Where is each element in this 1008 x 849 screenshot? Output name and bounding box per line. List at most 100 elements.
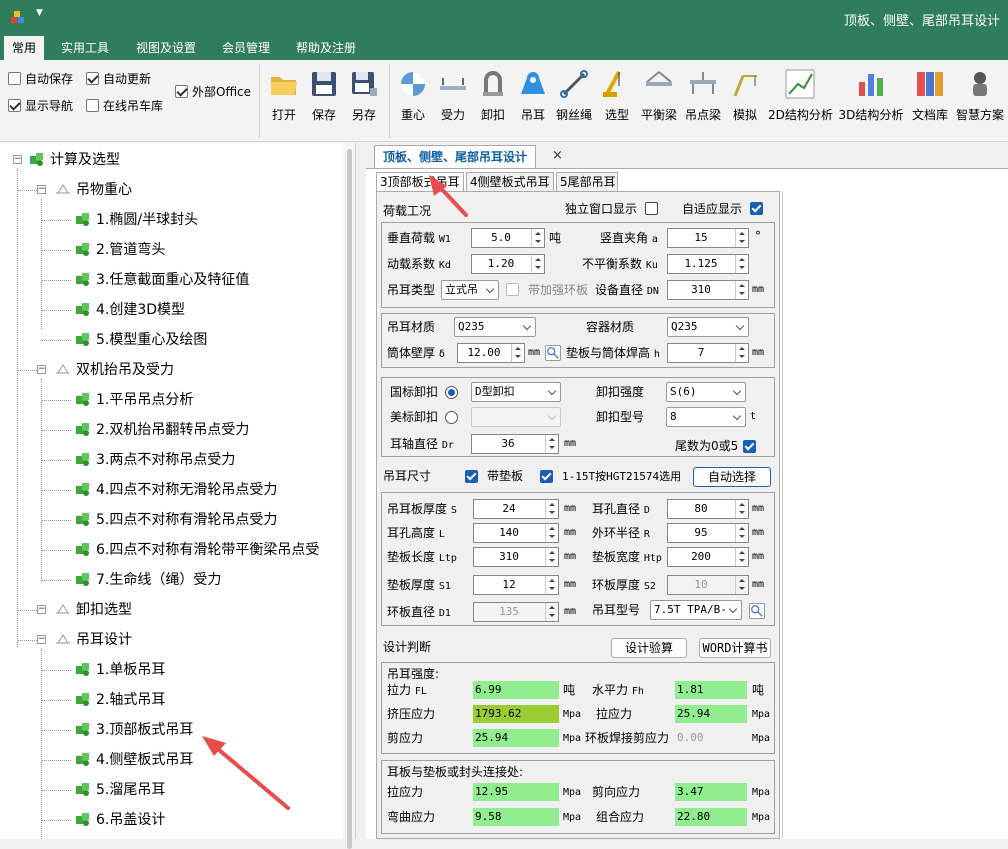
dim-input[interactable]: 24 [473,499,559,519]
close-tab-icon[interactable]: × [552,148,563,163]
standalone-window-checkbox[interactable] [645,202,658,215]
3d-structural-analysis-button[interactable]: 3D结构分析 [838,66,904,136]
dim-input[interactable]: 310 [473,547,559,567]
center-of-gravity-button[interactable]: 重心 [396,66,430,136]
menu-membership[interactable]: 会员管理 [214,36,278,60]
tree-item[interactable]: 2.双机抬吊翻转吊点受力 [74,419,249,441]
tab-lug-design[interactable]: 顶板、侧壁、尾部吊耳设计 [374,145,537,169]
tree-item[interactable]: 吊物重心 [54,179,132,201]
menu-utilities[interactable]: 实用工具 [53,36,117,60]
design-check-button[interactable]: 设计验算 [611,638,687,658]
auto-select-button[interactable]: 自动选择 [693,467,771,487]
tree-item[interactable]: 7.生命线（绳）受力 [74,569,221,591]
vessel-material-select[interactable]: Q235 [667,317,749,337]
tree-collapse-toggle[interactable]: − [37,605,46,614]
tree-item[interactable]: 卸扣选型 [54,599,132,621]
menu-common[interactable]: 常用 [4,36,45,60]
lug-model-select[interactable]: 7.5T TPA/B- [650,600,742,620]
hgt21574-checkbox[interactable] [540,470,553,483]
word-report-button[interactable]: WORD计算书 [699,638,771,658]
tree-item[interactable]: 2.轴式吊耳 [74,689,165,711]
shackle-strength-select[interactable]: S(6) [666,382,746,402]
smart-plan-button[interactable]: 智慧方案 [954,66,1006,136]
us-shackle-radio[interactable] [445,411,458,424]
dim-input[interactable]: 95 [667,523,749,543]
tree-collapse-toggle[interactable]: − [37,635,46,644]
gb-shackle-radio[interactable] [445,386,458,399]
crane-selection-button[interactable]: 选型 [600,66,634,136]
lug-type-select[interactable]: 立式吊 [441,280,499,300]
weld-height-input[interactable]: 7 [667,343,749,363]
gb-shackle-type-select[interactable]: D型卸扣 [471,382,561,402]
tree-item[interactable]: 4.四点不对称无滑轮吊点受力 [74,479,277,501]
tree-item[interactable]: 5.四点不对称有滑轮吊点受力 [74,509,277,531]
tree-item[interactable]: 5.模型重心及绘图 [74,329,207,351]
tree-item[interactable]: 吊耳设计 [54,629,132,651]
auto-update-checkbox[interactable]: 自动更新 [86,71,151,87]
dim-input[interactable]: 200 [667,547,749,567]
lug-material-select[interactable]: Q235 [454,317,536,337]
tree-item[interactable]: 2.管道弯头 [74,239,165,261]
lifting-beam-button[interactable]: 吊点梁 [684,66,722,136]
shell-thickness-lookup-button[interactable] [545,345,561,361]
adaptive-display-checkbox[interactable] [750,202,763,215]
vertical-load-input[interactable]: 5.0 [471,228,545,248]
dim-input[interactable]: 12 [473,575,559,595]
tree-item[interactable]: 6.吊盖设计 [74,809,165,831]
force-button[interactable]: 受力 [436,66,470,136]
vertical-angle-input[interactable]: 15 [667,228,749,248]
tree-collapse-toggle[interactable]: − [37,365,46,374]
save-button[interactable]: 保存 [307,66,341,136]
dynamic-factor-input[interactable]: 1.20 [471,254,545,274]
tree-item[interactable]: 3.任意截面重心及特征值 [74,269,249,291]
tree-item[interactable]: 3.两点不对称吊点受力 [74,449,235,471]
vessel-diameter-input[interactable]: 310 [667,280,749,300]
tab-side-wall-lug[interactable]: 4侧壁板式吊耳 [466,172,554,192]
tree-item[interactable]: 4.创建3D模型 [74,299,185,321]
tree-scrollbar-thumb[interactable] [347,149,352,849]
app-logo-icon[interactable] [10,9,26,25]
tail-digit-checkbox[interactable] [743,440,756,453]
simulation-button[interactable]: 模拟 [728,66,762,136]
menu-view-settings[interactable]: 视图及设置 [128,36,204,60]
tree-item[interactable]: 计算及选型 [28,149,120,171]
lifting-lug-button[interactable]: 吊耳 [516,66,550,136]
shell-thickness-input[interactable]: 12.00 [457,343,525,363]
tree-collapse-toggle[interactable]: − [13,155,22,164]
us-shackle-type-select[interactable] [471,407,561,427]
tree-item[interactable]: 双机抬吊及受力 [54,359,174,381]
spreader-beam-button[interactable]: 平衡梁 [640,66,678,136]
document-library-button[interactable]: 文档库 [910,66,950,136]
tree-item[interactable]: 6.四点不对称有滑轮带平衡梁吊点受 [74,539,319,561]
dim-input[interactable]: 10 [667,575,749,595]
open-button[interactable]: 打开 [267,66,301,136]
tree-item[interactable]: 1.椭圆/半球封头 [74,209,198,231]
reinforcing-ring-checkbox[interactable] [506,283,519,296]
auto-save-checkbox[interactable]: 自动保存 [8,71,73,87]
tree-collapse-toggle[interactable]: − [37,185,46,194]
dim-input[interactable]: 80 [667,499,749,519]
tab-top-plate-lug[interactable]: 3顶部板式吊耳 [376,172,464,192]
unbalance-factor-input[interactable]: 1.125 [667,254,749,274]
ring-diameter-input[interactable]: 135 [473,602,559,622]
lug-model-lookup-button[interactable] [749,603,765,619]
save-as-button[interactable]: 另存 [347,66,381,136]
external-office-checkbox[interactable]: 外部Office [175,84,251,100]
tree-item[interactable]: 1.单板吊耳 [74,659,165,681]
tree-item[interactable]: 4.侧壁板式吊耳 [74,749,193,771]
menu-help-register[interactable]: 帮助及注册 [288,36,364,60]
shackle-button[interactable]: 卸扣 [476,66,510,136]
tree-item[interactable]: 5.溜尾吊耳 [74,779,165,801]
dim-input[interactable]: 140 [473,523,559,543]
show-navigation-checkbox[interactable]: 显示导航 [8,98,73,114]
2d-structural-analysis-button[interactable]: 2D结构分析 [768,66,833,136]
shackle-model-select[interactable]: 8 [666,407,746,427]
wire-rope-button[interactable]: 钢丝绳 [556,66,592,136]
with-pad-checkbox[interactable] [465,470,478,483]
tab-tail-lug[interactable]: 5尾部吊耳 [556,172,618,192]
tree-item[interactable]: 1.平吊吊点分析 [74,389,193,411]
tree-item[interactable]: 3.顶部板式吊耳 [74,719,193,741]
quick-access-dropdown-icon[interactable]: ▼ [36,8,43,18]
online-crane-library-checkbox[interactable]: 在线吊车库 [86,98,163,114]
pin-diameter-input[interactable]: 36 [471,434,559,454]
